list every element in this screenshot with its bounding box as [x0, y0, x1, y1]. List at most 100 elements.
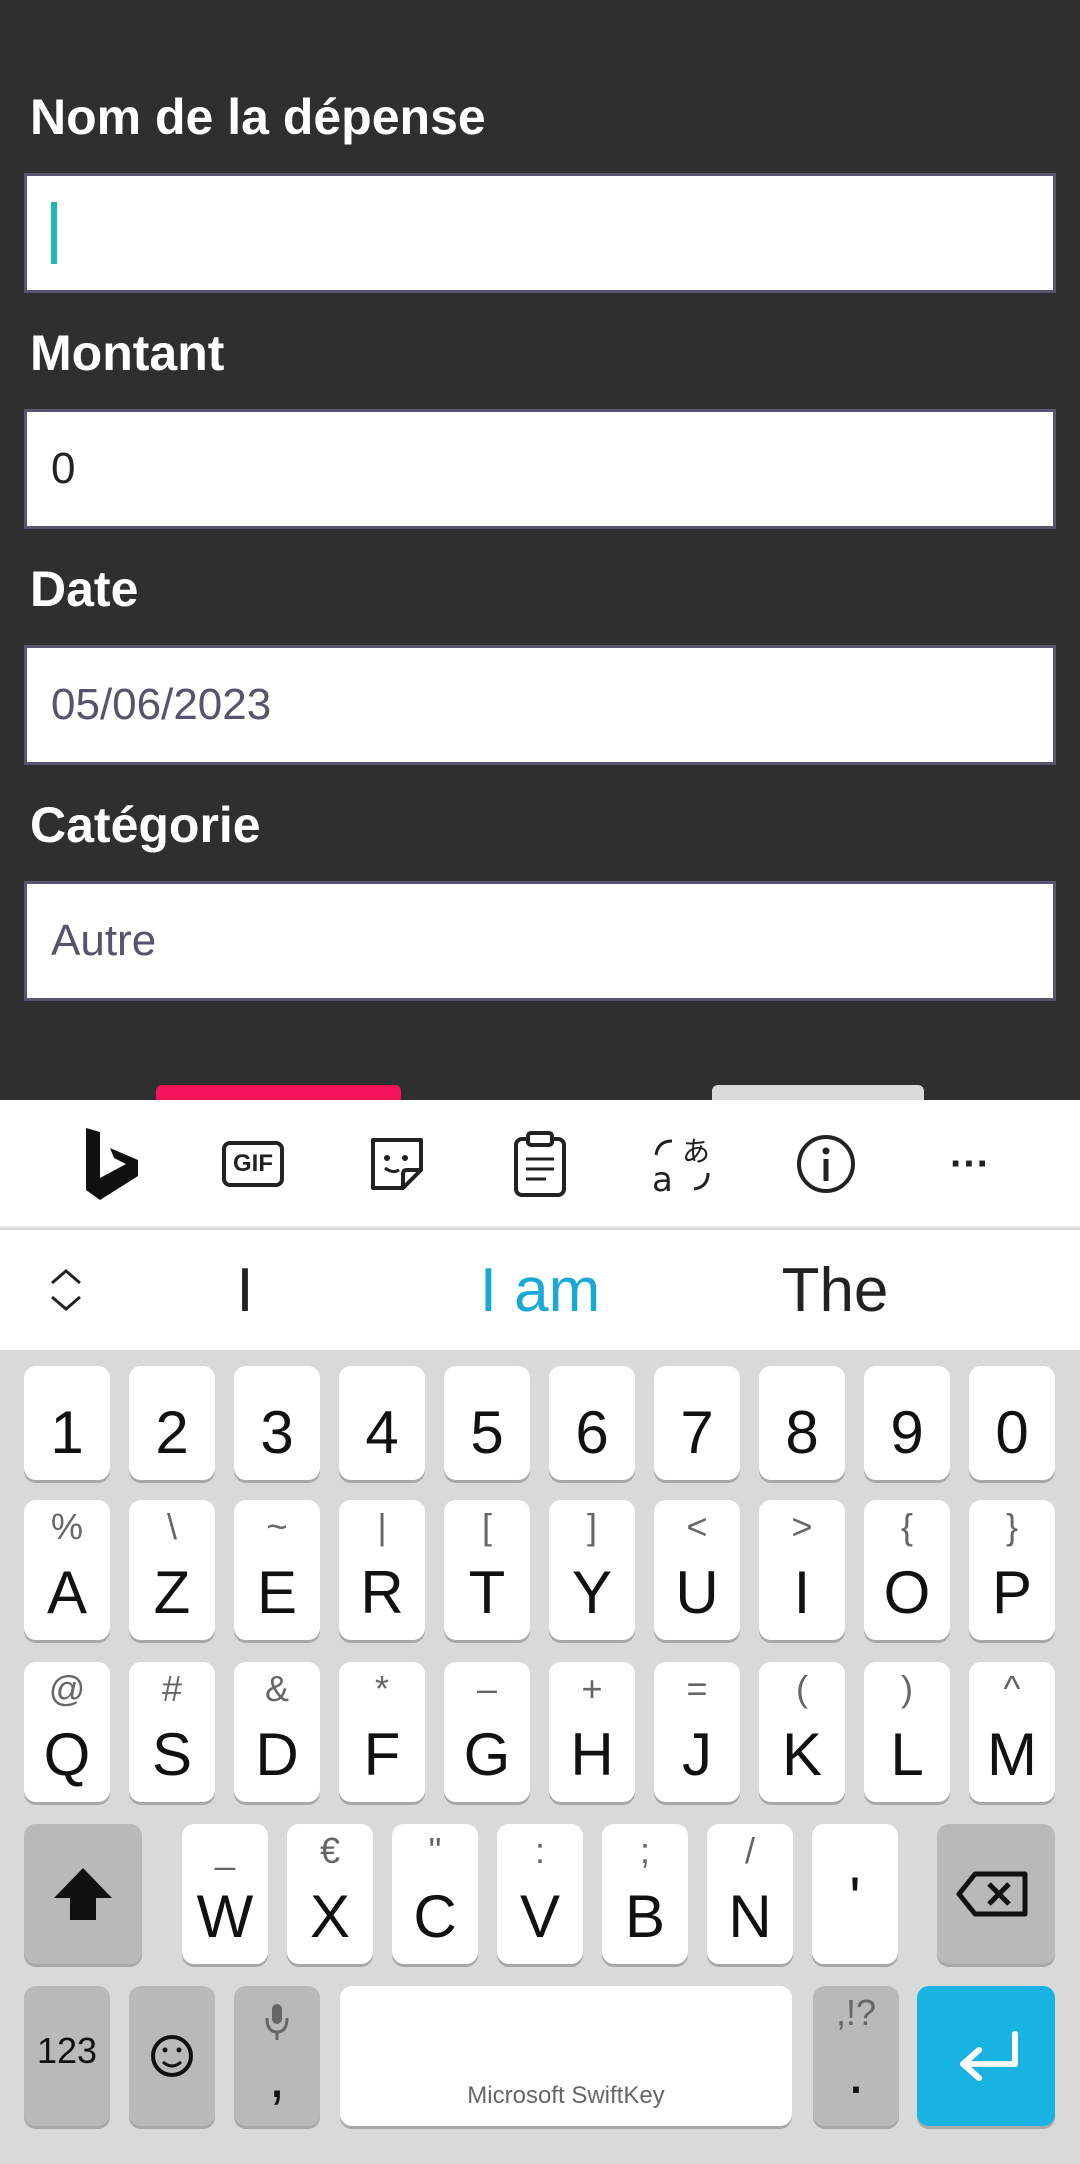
key-e[interactable]: ~ E [234, 1500, 320, 1640]
space-key[interactable]: Microsoft SwiftKey [340, 1986, 792, 2126]
key-5[interactable]: 5 [444, 1366, 530, 1480]
key-4[interactable]: 4 [339, 1366, 425, 1480]
key-sub-label: ( [796, 1668, 808, 1709]
numbers-key[interactable]: 123 [24, 1986, 110, 2126]
key-label: I [793, 1559, 811, 1626]
key-1[interactable]: 1 [24, 1366, 110, 1480]
info-icon[interactable] [786, 1124, 866, 1204]
amount-input[interactable]: 0 [24, 409, 1056, 529]
shift-key[interactable] [24, 1824, 142, 1964]
key-h[interactable]: + H [549, 1662, 635, 1802]
key-x[interactable]: € X [287, 1824, 373, 1964]
key-label: V [519, 1883, 561, 1950]
key-label: L [890, 1721, 924, 1788]
period-key[interactable]: ,!?. [813, 1986, 899, 2126]
key-label: 9 [890, 1399, 924, 1466]
category-value: Autre [51, 916, 157, 965]
key-v[interactable]: :V [497, 1824, 583, 1964]
expense-form: Nom de la dépense Montant 0 Date 05/06/2… [0, 0, 1080, 1115]
key-sub-label: { [900, 1506, 914, 1547]
key-g[interactable]: – G [444, 1662, 530, 1802]
swiftkey-keyboard: GIF aあ ··· I I am The 1 2 3 4 5 6 7 8 9 0% A \ Z ~ E | R… [0, 1100, 1080, 2164]
key-3[interactable]: 3 [234, 1366, 320, 1480]
key-label: Q [43, 1721, 91, 1788]
key-sub-label: – [476, 1668, 498, 1709]
key-c[interactable]: " C [392, 1824, 478, 1964]
key-8[interactable]: 8 [759, 1366, 845, 1480]
key-k[interactable]: (K [759, 1662, 845, 1802]
key-sub-label: \ [166, 1506, 177, 1547]
key-label: , [268, 2043, 286, 2110]
key-l[interactable]: ) L [864, 1662, 950, 1802]
key-apostrophe[interactable]: ' [812, 1824, 898, 1964]
key-d[interactable]: & D [234, 1662, 320, 1802]
expense-name-input[interactable] [24, 173, 1056, 293]
key-r[interactable]: | R [339, 1500, 425, 1640]
sticker-icon[interactable] [357, 1124, 437, 1204]
key-t[interactable]: [T [444, 1500, 530, 1640]
key-label: A [46, 1559, 88, 1626]
key-j[interactable]: = J [654, 1662, 740, 1802]
key-sub-label: ^ [1003, 1668, 1021, 1709]
key-label: M [987, 1721, 1037, 1788]
key-b[interactable]: ; B [602, 1824, 688, 1964]
key-y[interactable]: ] Y [549, 1500, 635, 1640]
date-input[interactable]: 05/06/2023 [24, 645, 1056, 765]
key-w[interactable]: _ W [182, 1824, 268, 1964]
key-m[interactable]: ^ M [969, 1662, 1055, 1802]
comma-key[interactable]: , [234, 1986, 320, 2126]
more-icon[interactable]: ··· [930, 1124, 1010, 1204]
gif-icon[interactable]: GIF [213, 1124, 293, 1204]
bing-icon[interactable] [72, 1124, 152, 1204]
shift-icon [54, 1868, 112, 1920]
key-sub-label: + [581, 1668, 603, 1709]
key-label: Z [153, 1559, 191, 1626]
key-sub-label: = [686, 1668, 708, 1709]
key-sub-label: ~ [266, 1506, 288, 1547]
key-n[interactable]: / N [707, 1824, 793, 1964]
key-label: 1 [50, 1399, 84, 1466]
key-label: 5 [470, 1399, 504, 1466]
key-o[interactable]: {O [864, 1500, 950, 1640]
key-7[interactable]: 7 [654, 1366, 740, 1480]
key-2[interactable]: 2 [129, 1366, 215, 1480]
key-label: 3 [260, 1399, 294, 1466]
enter-key[interactable] [917, 1986, 1055, 2126]
category-select[interactable]: Autre [24, 881, 1056, 1001]
translate-icon[interactable]: aあ [643, 1124, 723, 1204]
suggestion-2[interactable]: I am [430, 1230, 650, 1350]
key-label: H [570, 1721, 614, 1788]
key-label: B [624, 1883, 666, 1950]
backspace-key[interactable] [937, 1824, 1055, 1964]
suggestion-bar: I I am The [0, 1230, 1080, 1350]
key-u[interactable]: < U [654, 1500, 740, 1640]
key-0[interactable]: 0 [969, 1366, 1055, 1480]
enter-icon [960, 2031, 1018, 2081]
key-z[interactable]: \ Z [129, 1500, 215, 1640]
key-q[interactable]: @ Q [24, 1662, 110, 1802]
key-sub-label: | [377, 1506, 387, 1547]
key-label: 123 [36, 2030, 98, 2071]
key-label: F [363, 1721, 401, 1788]
key-a[interactable]: % A [24, 1500, 110, 1640]
key-i[interactable]: > I [759, 1500, 845, 1640]
clipboard-icon[interactable] [500, 1124, 580, 1204]
suggestion-3[interactable]: The [730, 1230, 940, 1350]
key-9[interactable]: 9 [864, 1366, 950, 1480]
key-label: T [468, 1559, 506, 1626]
expense-name-label: Nom de la dépense [30, 89, 486, 145]
emoji-icon [151, 2035, 193, 2077]
key-p[interactable]: } P [969, 1500, 1055, 1640]
key-label: Y [571, 1559, 613, 1626]
suggestion-1[interactable]: I [140, 1230, 350, 1350]
backspace-icon [956, 1871, 1028, 1917]
amount-label: Montant [30, 325, 225, 381]
collapse-icon[interactable] [26, 1250, 106, 1330]
key-s[interactable]: # S [129, 1662, 215, 1802]
key-f[interactable]: * F [339, 1662, 425, 1802]
key-6[interactable]: 6 [549, 1366, 635, 1480]
emoji-key[interactable] [129, 1986, 215, 2126]
key-label: E [256, 1559, 298, 1626]
key-sub-label: [ [481, 1506, 492, 1547]
key-label: W [196, 1883, 254, 1950]
